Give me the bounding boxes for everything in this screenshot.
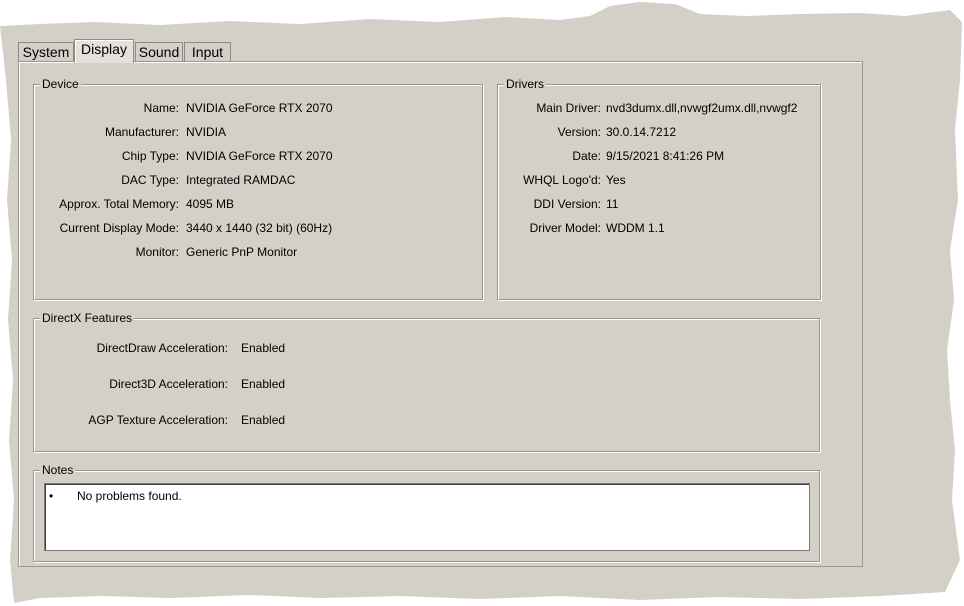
- device-monitor-value: Generic PnP Monitor: [186, 245, 298, 259]
- drivers-main-driver-label: Main Driver:: [536, 101, 601, 115]
- drivers-driver-model-label: Driver Model:: [529, 221, 601, 235]
- drivers-date-label: Date:: [572, 149, 601, 163]
- device-row-memory: Approx. Total Memory: 4095 MB: [34, 195, 474, 213]
- device-row-name: Name: NVIDIA GeForce RTX 2070: [34, 99, 474, 117]
- device-memory-label: Approx. Total Memory:: [59, 197, 179, 211]
- notes-group: Notes • No problems found.: [33, 462, 820, 562]
- drivers-whql-label: WHQL Logo'd:: [523, 173, 601, 187]
- bullet-icon: •: [49, 489, 54, 503]
- drivers-whql-value: Yes: [606, 173, 626, 187]
- device-row-manufacturer: Manufacturer: NVIDIA: [34, 123, 474, 141]
- device-chip-type-value: NVIDIA GeForce RTX 2070: [186, 149, 333, 163]
- drivers-main-driver-value: nvd3dumx.dll,nvwgf2umx.dll,nvwgf2: [606, 101, 798, 115]
- tab-system[interactable]: System: [18, 42, 74, 61]
- device-row-dac-type: DAC Type: Integrated RAMDAC: [34, 171, 474, 189]
- drivers-ddi-version-label: DDI Version:: [533, 197, 601, 211]
- drivers-row-whql: WHQL Logo'd: Yes: [498, 171, 820, 189]
- drivers-row-ddi-version: DDI Version: 11: [498, 195, 820, 213]
- device-group: Device Name: NVIDIA GeForce RTX 2070 Man…: [33, 76, 483, 300]
- directx-row-direct3d: Direct3D Acceleration: Enabled: [34, 375, 814, 393]
- agp-texture-acceleration-value: Enabled: [241, 413, 286, 427]
- direct3d-acceleration-value: Enabled: [241, 377, 286, 391]
- tab-input[interactable]: Input: [184, 42, 231, 61]
- directx-row-directdraw: DirectDraw Acceleration: Enabled: [34, 339, 814, 357]
- device-group-title: Device: [40, 76, 81, 92]
- drivers-group-title: Drivers: [504, 76, 546, 92]
- drivers-driver-model-value: WDDM 1.1: [606, 221, 665, 235]
- notes-textbox[interactable]: • No problems found.: [44, 483, 810, 551]
- drivers-version-value: 30.0.14.7212: [606, 125, 677, 139]
- directdraw-acceleration-value: Enabled: [241, 341, 286, 355]
- device-dac-type-label: DAC Type:: [121, 173, 179, 187]
- drivers-ddi-version-value: 11: [606, 197, 619, 211]
- drivers-date-value: 9/15/2021 8:41:26 PM: [606, 149, 725, 163]
- device-display-mode-label: Current Display Mode:: [59, 221, 179, 235]
- device-row-display-mode: Current Display Mode: 3440 x 1440 (32 bi…: [34, 219, 474, 237]
- device-memory-value: 4095 MB: [186, 197, 235, 211]
- direct3d-acceleration-label: Direct3D Acceleration:: [109, 377, 228, 391]
- tab-sound[interactable]: Sound: [135, 42, 183, 61]
- drivers-group: Drivers Main Driver: nvd3dumx.dll,nvwgf2…: [497, 76, 821, 300]
- device-name-label: Name:: [143, 101, 179, 115]
- drivers-row-driver-model: Driver Model: WDDM 1.1: [498, 219, 820, 237]
- device-name-value: NVIDIA GeForce RTX 2070: [186, 101, 333, 115]
- agp-texture-acceleration-label: AGP Texture Acceleration:: [88, 413, 228, 427]
- device-dac-type-value: Integrated RAMDAC: [186, 173, 296, 187]
- notes-group-title: Notes: [40, 462, 76, 478]
- directx-features-group-title: DirectX Features: [40, 310, 135, 326]
- drivers-row-date: Date: 9/15/2021 8:41:26 PM: [498, 147, 820, 165]
- device-monitor-label: Monitor:: [135, 245, 179, 259]
- device-display-mode-value: 3440 x 1440 (32 bit) (60Hz): [186, 221, 333, 235]
- tab-display[interactable]: Display: [74, 39, 134, 63]
- directx-features-group: DirectX Features DirectDraw Acceleration…: [33, 310, 820, 452]
- device-row-monitor: Monitor: Generic PnP Monitor: [34, 243, 474, 261]
- device-row-chip-type: Chip Type: NVIDIA GeForce RTX 2070: [34, 147, 474, 165]
- drivers-row-version: Version: 30.0.14.7212: [498, 123, 820, 141]
- notes-item: No problems found.: [77, 489, 182, 503]
- drivers-version-label: Version:: [557, 125, 601, 139]
- drivers-row-main-driver: Main Driver: nvd3dumx.dll,nvwgf2umx.dll,…: [498, 99, 820, 117]
- device-manufacturer-value: NVIDIA: [186, 125, 227, 139]
- directx-row-agp: AGP Texture Acceleration: Enabled: [34, 411, 814, 429]
- directdraw-acceleration-label: DirectDraw Acceleration:: [96, 341, 228, 355]
- device-manufacturer-label: Manufacturer:: [104, 125, 179, 139]
- device-chip-type-label: Chip Type:: [121, 149, 179, 163]
